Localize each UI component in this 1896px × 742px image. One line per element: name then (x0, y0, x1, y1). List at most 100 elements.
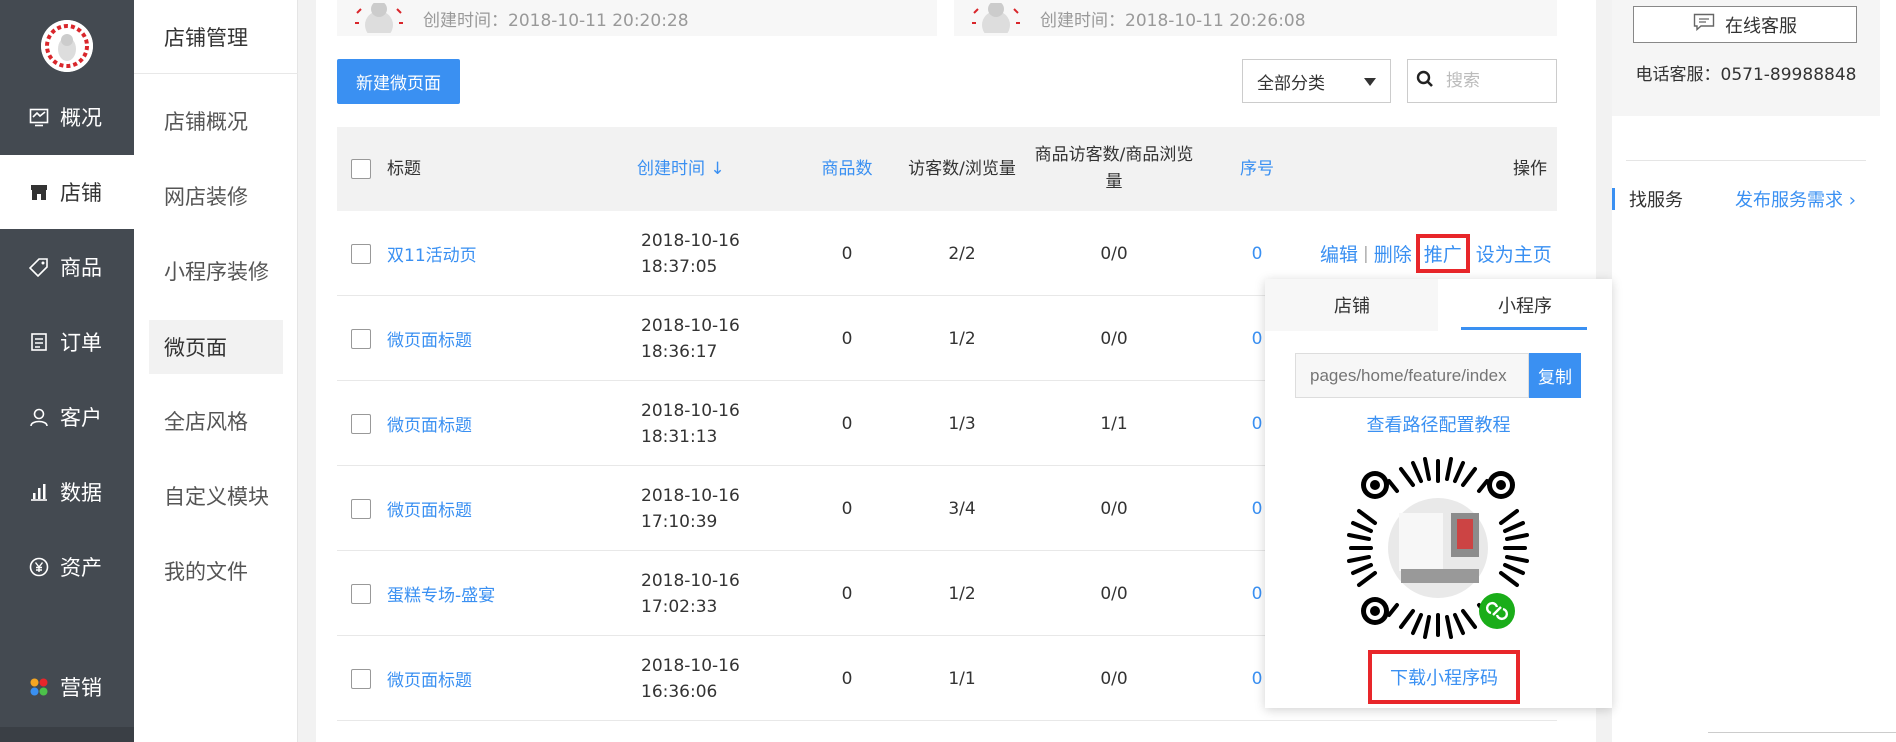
nav-label: 店铺 (60, 181, 102, 205)
row-visitors: 1/2 (948, 583, 976, 604)
chart-icon (28, 481, 50, 503)
row-title-link[interactable]: 微页面标题 (387, 296, 587, 381)
store-logo[interactable] (41, 20, 93, 72)
nav-label: 营销 (60, 676, 102, 700)
tab-store[interactable]: 店铺 (1265, 279, 1439, 331)
row-goods: 0 (841, 413, 853, 434)
header-goods-count[interactable]: 商品数 (797, 127, 897, 211)
caret-down-icon (1364, 78, 1376, 86)
download-miniapp-code-link[interactable]: 下载小程序码 (1368, 650, 1520, 704)
row-checkbox[interactable] (351, 669, 371, 689)
delete-link[interactable]: 删除 (1374, 240, 1412, 267)
promote-link[interactable]: 推广 (1415, 234, 1470, 273)
row-checkbox[interactable] (351, 414, 371, 434)
header-created-sort[interactable]: 创建时间 ↓ (637, 127, 737, 211)
subnav-title: 店铺管理 (164, 26, 248, 50)
nav-item-overview[interactable]: 概况 (0, 80, 134, 154)
row-checkbox[interactable] (351, 329, 371, 349)
customer-icon (28, 406, 50, 428)
nav-item-goods[interactable]: 商品 (0, 230, 134, 304)
online-service-label: 在线客服 (1725, 15, 1797, 37)
nav-item-assets[interactable]: 资产 (0, 530, 134, 604)
edit-link[interactable]: 编辑 (1320, 240, 1358, 267)
nav-item-data[interactable]: 数据 (0, 455, 134, 529)
new-micro-page-button[interactable]: 新建微页面 (337, 59, 460, 104)
subnav-item-custom-module[interactable]: 自定义模块 (149, 469, 283, 523)
header-title: 标题 (387, 158, 421, 179)
subnav-item-store-overview[interactable]: 店铺概况 (149, 94, 283, 148)
nav-item-customers[interactable]: 客户 (0, 380, 134, 454)
row-goods: 0 (841, 243, 853, 264)
row-checkbox[interactable] (351, 499, 371, 519)
overview-icon (28, 106, 50, 128)
path-tutorial-link[interactable]: 查看路径配置教程 (1265, 411, 1612, 437)
row-time: 18:31:13 (641, 426, 718, 447)
popover-tabs: 店铺 小程序 (1265, 279, 1612, 331)
nav-label: 概况 (60, 106, 102, 130)
row-goods: 0 (841, 668, 853, 689)
template-card[interactable]: 创建时间：2018-10-11 20:20:28 (337, 0, 937, 39)
row-goods: 0 (841, 583, 853, 604)
header-ops: 操作 (1513, 158, 1547, 179)
sub-nav: 店铺管理 店铺概况 网店装修 小程序装修 微页面 全店风格 自定义模块 我的文件 (134, 0, 298, 742)
nav-item-marketing[interactable]: 营销 (0, 650, 134, 724)
row-date: 2018-10-16 (641, 400, 740, 421)
nav-label: 订单 (60, 331, 102, 355)
header-visitors: 访客数/浏览量 (908, 158, 1016, 179)
row-goods-visitors: 0/0 (1100, 668, 1128, 689)
row-time: 17:10:39 (641, 511, 718, 532)
set-home-link[interactable]: 设为主页 (1476, 240, 1552, 267)
phone-service: 电话客服：0571-89988848 (1635, 65, 1857, 85)
template-created-time: 创建时间：2018-10-11 20:20:28 (423, 10, 689, 31)
subnav-item-store-style[interactable]: 全店风格 (149, 394, 283, 448)
header-order[interactable]: 序号 (1207, 127, 1307, 211)
select-all-checkbox[interactable] (351, 159, 371, 179)
row-created: 2018-10-16 18:36:17 (641, 296, 771, 381)
ops-separator: | (1363, 243, 1369, 264)
post-service-link[interactable]: 发布服务需求 › (1735, 188, 1856, 211)
online-service-button[interactable]: 在线客服 (1633, 6, 1857, 43)
row-created: 2018-10-16 17:10:39 (641, 466, 771, 551)
row-date: 2018-10-16 (641, 315, 740, 336)
row-time: 18:36:17 (641, 341, 718, 362)
subnav-item-store-decor[interactable]: 网店装修 (149, 169, 283, 223)
row-checkbox[interactable] (351, 584, 371, 604)
tab-miniapp[interactable]: 小程序 (1438, 279, 1612, 331)
row-title-link[interactable]: 微页面标题 (387, 466, 587, 551)
category-select[interactable]: 全部分类 (1242, 59, 1391, 103)
row-created: 2018-10-16 16:36:06 (641, 636, 771, 721)
row-date: 2018-10-16 (641, 570, 740, 591)
row-title-link[interactable]: 微页面标题 (387, 636, 587, 721)
row-time: 18:37:05 (641, 256, 718, 277)
find-service-title: 找服务 (1612, 188, 1683, 211)
row-date: 2018-10-16 (641, 655, 740, 676)
copy-button[interactable]: 复制 (1529, 353, 1581, 398)
row-title-link[interactable]: 双11活动页 (387, 211, 587, 296)
row-created: 2018-10-16 18:31:13 (641, 381, 771, 466)
row-visitors: 1/3 (948, 413, 976, 434)
subnav-item-miniapp-decor[interactable]: 小程序装修 (149, 244, 283, 298)
nav-label: 资产 (60, 556, 102, 580)
row-visitors: 1/2 (948, 328, 976, 349)
search-input[interactable] (1444, 70, 1544, 92)
bottom-edge (1708, 732, 1896, 742)
nav-item-orders[interactable]: 订单 (0, 305, 134, 379)
nav-item-store[interactable]: 店铺 (0, 155, 134, 229)
subnav-item-my-files[interactable]: 我的文件 (149, 544, 283, 598)
row-time: 17:02:33 (641, 596, 718, 617)
row-checkbox[interactable] (351, 244, 371, 264)
divider (1626, 160, 1866, 161)
row-title-link[interactable]: 蛋糕专场-盛宴 (387, 551, 587, 636)
row-goods-visitors: 0/0 (1100, 243, 1128, 264)
row-date: 2018-10-16 (641, 485, 740, 506)
template-card[interactable]: 创建时间：2018-10-11 20:26:08 (954, 0, 1557, 39)
nav-bottom-bar (0, 727, 134, 742)
row-goods: 0 (841, 498, 853, 519)
page-path-input[interactable] (1295, 353, 1529, 398)
row-title-link[interactable]: 微页面标题 (387, 381, 587, 466)
nav-label: 数据 (60, 481, 102, 505)
search-box[interactable] (1407, 59, 1557, 103)
subnav-item-micro-page[interactable]: 微页面 (149, 320, 283, 374)
row-goods: 0 (841, 328, 853, 349)
category-value: 全部分类 (1257, 73, 1325, 94)
